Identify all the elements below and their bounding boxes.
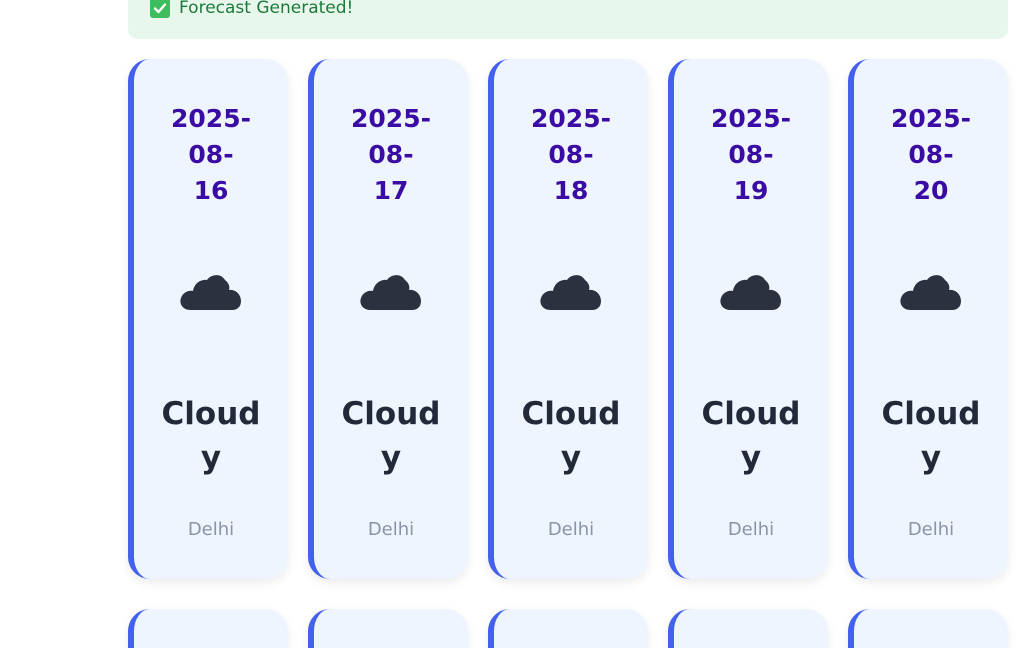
cloud-icon: [540, 275, 601, 310]
forecast-card: [848, 609, 1008, 648]
cloud-icon: [360, 275, 421, 310]
forecast-card: [308, 609, 468, 648]
alert-message: Forecast Generated!: [179, 0, 354, 18]
forecast-card: [488, 609, 648, 648]
success-alert: Forecast Generated!: [128, 0, 1008, 39]
cloud-icon: [900, 275, 961, 310]
check-icon: [150, 0, 170, 18]
forecast-city: Delhi: [187, 519, 235, 540]
forecast-condition: Cloud y: [881, 396, 981, 476]
forecast-condition: Cloud y: [341, 396, 441, 476]
forecast-card: 2025- 08- 16 Cloud y Delhi: [128, 59, 288, 579]
forecast-card: 2025- 08- 19 Cloud y Delhi: [668, 59, 828, 579]
forecast-city: Delhi: [907, 519, 955, 540]
forecast-card: [128, 609, 288, 648]
forecast-city: Delhi: [367, 519, 415, 540]
forecast-date: 2025- 08- 17: [351, 104, 431, 205]
forecast-card: 2025- 08- 17 Cloud y Delhi: [308, 59, 468, 579]
forecast-page: Forecast Generated! 2025- 08- 16 Cloud y…: [0, 0, 1028, 648]
cloud-icon: [720, 275, 781, 310]
cloud-icon: [180, 275, 241, 310]
forecast-card: [668, 609, 828, 648]
forecast-date: 2025- 08- 16: [171, 104, 251, 205]
forecast-condition: Cloud y: [701, 396, 801, 476]
forecast-date: 2025- 08- 20: [891, 104, 971, 205]
forecast-condition: Cloud y: [161, 396, 261, 476]
forecast-date: 2025- 08- 19: [711, 104, 791, 205]
forecast-condition: Cloud y: [521, 396, 621, 476]
forecast-city: Delhi: [727, 519, 775, 540]
forecast-date: 2025- 08- 18: [531, 104, 611, 205]
forecast-city: Delhi: [547, 519, 595, 540]
forecast-card: 2025- 08- 18 Cloud y Delhi: [488, 59, 648, 579]
forecast-card: 2025- 08- 20 Cloud y Delhi: [848, 59, 1008, 579]
